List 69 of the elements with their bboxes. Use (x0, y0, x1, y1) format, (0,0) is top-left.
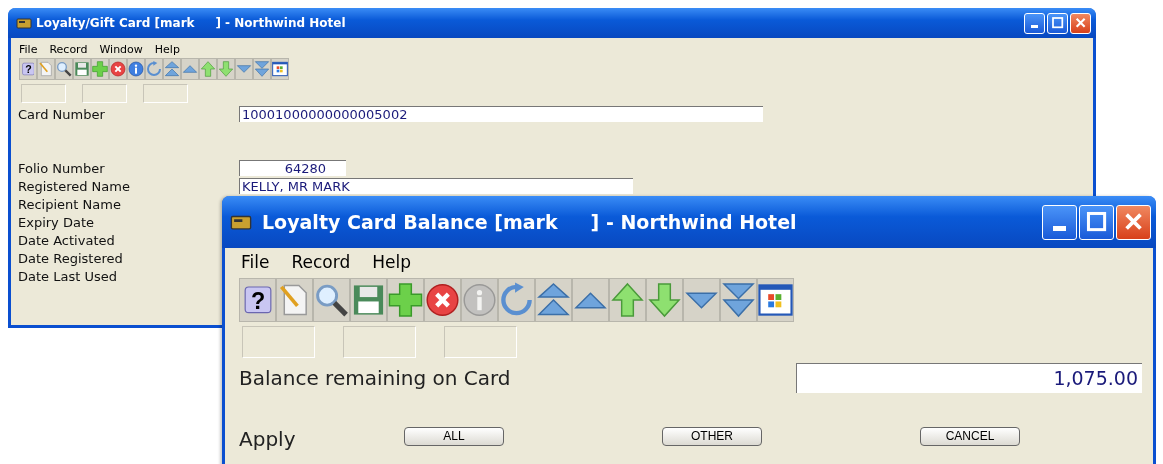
close-icon (1073, 16, 1088, 30)
toolbar-button[interactable] (271, 58, 289, 80)
up-triangle-icon (573, 289, 608, 311)
window-title: Loyalty Card Balance [mark ] - Northwind Hotel (262, 211, 798, 233)
balance-field[interactable]: 1,075.00 (796, 363, 1142, 393)
text-field[interactable]: KELLY, MR MARK (239, 178, 633, 194)
toolbar-button[interactable] (683, 278, 720, 322)
maximize-button[interactable] (1079, 204, 1114, 240)
menu-item[interactable]: Record (291, 252, 351, 272)
menu-item[interactable]: File (241, 252, 270, 272)
menu-item[interactable]: File (19, 42, 38, 56)
down-triangle-icon (684, 289, 719, 311)
maximize-icon (1084, 210, 1109, 234)
up-arrow-icon (200, 59, 216, 79)
text-field[interactable]: 64280 (239, 160, 346, 176)
down-triangle-icon (236, 64, 252, 74)
field-label: Date Registered (18, 250, 124, 266)
status-box (21, 84, 66, 103)
balance-label: Balance remaining on Card (239, 366, 511, 390)
close-button[interactable] (1116, 204, 1151, 240)
plus-icon (92, 59, 108, 79)
maximize-icon (1050, 16, 1065, 30)
status-box (82, 84, 127, 103)
search-icon (56, 59, 72, 79)
pencil-page-icon (38, 59, 54, 79)
minimize-icon (1052, 225, 1067, 232)
toolbar-button[interactable] (127, 58, 145, 80)
text-field[interactable]: 10001000000000005002 (239, 106, 763, 122)
apply-option-button[interactable]: CANCEL (920, 426, 1020, 446)
toolbar-button[interactable] (55, 58, 73, 80)
field-label: Folio Number (18, 160, 106, 176)
toolbar-button[interactable] (424, 278, 461, 322)
menu-item[interactable]: Help (372, 252, 411, 272)
close-button[interactable] (1070, 12, 1091, 34)
minimize-button[interactable] (1024, 12, 1045, 34)
toolbar-button[interactable] (572, 278, 609, 322)
menu-item[interactable]: Help (154, 42, 180, 56)
double-up-triangle-icon (164, 59, 180, 79)
toolbar-button[interactable] (757, 278, 794, 322)
maximize-button[interactable] (1047, 12, 1068, 34)
toolbar-button[interactable] (535, 278, 572, 322)
toolbar-button[interactable] (720, 278, 757, 322)
down-arrow-icon (218, 59, 234, 79)
toolbar-button[interactable] (109, 58, 127, 80)
up-triangle-icon (182, 64, 198, 74)
window-icon (272, 59, 288, 79)
apply-option-button[interactable]: OTHER (662, 426, 762, 446)
field-label: Expiry Date (18, 214, 95, 230)
minimize-button[interactable] (1042, 204, 1077, 240)
card-app-icon (16, 15, 32, 31)
status-box (143, 84, 188, 103)
field-label: Date Activated (18, 232, 116, 248)
field-label: Registered Name (18, 178, 131, 194)
info-icon (128, 59, 144, 79)
window-title: Loyalty/Gift Card [mark ] - Northwind Hotel (36, 16, 347, 30)
toolbar-button[interactable] (73, 58, 91, 80)
menu-item[interactable]: Record (49, 42, 88, 56)
minimize-icon (1030, 25, 1039, 29)
apply-label: Apply (239, 427, 297, 451)
toolbar-button[interactable] (313, 278, 350, 322)
field-label: Card Number (18, 106, 106, 122)
field-label: Date Last Used (18, 268, 118, 284)
menu-item[interactable]: Window (99, 42, 143, 56)
delete-icon (110, 59, 126, 79)
refresh-icon (146, 59, 162, 79)
toolbar-button[interactable] (350, 278, 387, 322)
apply-option-button[interactable]: ALL (404, 426, 504, 446)
field-label: Recipient Name (18, 196, 122, 212)
double-down-triangle-icon (254, 59, 270, 79)
